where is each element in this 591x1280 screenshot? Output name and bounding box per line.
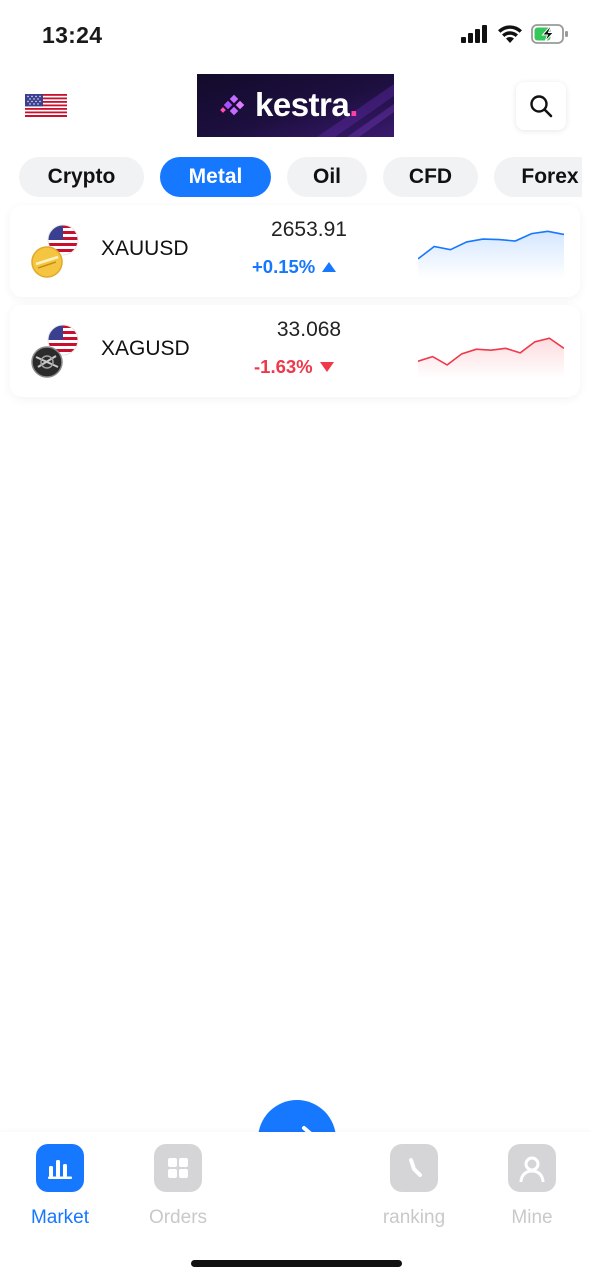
tab-forex[interactable]: Forex	[494, 157, 582, 197]
nav-label: ranking	[382, 1207, 446, 1228]
battery-charging-icon	[531, 24, 568, 44]
nav-label: Orders	[148, 1207, 208, 1228]
status-bar: 13:24	[0, 0, 591, 64]
wifi-icon	[498, 24, 522, 43]
pair-icons	[30, 221, 92, 283]
market-price: 2653.91	[271, 218, 347, 241]
market-change-value: +0.15%	[252, 256, 316, 277]
gold-coin-icon	[31, 246, 63, 278]
bar-chart-icon	[36, 1144, 84, 1192]
search-icon	[530, 95, 553, 118]
status-icons	[461, 24, 569, 44]
tab-oil[interactable]: Oil	[287, 157, 367, 197]
bottom-nav: Market Orders ranking Mine	[0, 1132, 591, 1280]
clock-icon	[390, 1144, 438, 1192]
silver-coin-icon	[31, 346, 63, 378]
nav-orders[interactable]: Orders	[123, 1144, 233, 1229]
sparkline-chart	[418, 337, 564, 379]
nav-ranking[interactable]: ranking	[359, 1144, 469, 1229]
grid-icon	[154, 1144, 202, 1192]
user-icon	[508, 1144, 556, 1192]
tab-cfd[interactable]: CFD	[383, 157, 478, 197]
arrow-up-icon	[322, 262, 337, 272]
nav-label: Market	[30, 1207, 90, 1228]
us-flag-icon[interactable]	[25, 94, 67, 117]
market-symbol: XAGUSD	[101, 337, 190, 360]
nav-market[interactable]: Market	[5, 1144, 115, 1229]
search-button[interactable]	[516, 82, 566, 130]
market-symbol: XAUUSD	[101, 237, 189, 260]
brand-logo: kestra.	[197, 74, 394, 137]
tab-crypto[interactable]: Crypto	[19, 157, 144, 197]
category-tabs: Crypto Metal Oil CFD Forex	[0, 157, 582, 197]
market-row-xauusd[interactable]: XAUUSD 2653.91 +0.15%	[10, 205, 580, 297]
logo-text: kestra.	[255, 86, 358, 123]
market-price: 33.068	[276, 318, 342, 341]
sparkline-area	[418, 231, 564, 279]
arrow-down-icon	[319, 362, 334, 372]
header: kestra.	[0, 70, 591, 140]
home-indicator	[191, 1260, 402, 1267]
market-row-xagusd[interactable]: XAGUSD 33.068 -1.63%	[10, 305, 580, 397]
signal-icon	[461, 25, 487, 43]
nav-mine[interactable]: Mine	[477, 1144, 587, 1229]
market-change: -1.63%	[254, 356, 334, 378]
status-time: 13:24	[42, 22, 103, 48]
market-change-value: -1.63%	[254, 356, 313, 377]
nav-label: Mine	[511, 1207, 553, 1228]
sparkline-chart	[418, 230, 564, 279]
tab-metal[interactable]: Metal	[160, 157, 271, 197]
market-change: +0.15%	[252, 256, 337, 278]
sparkline-area	[418, 338, 564, 379]
pair-icons	[30, 321, 92, 383]
